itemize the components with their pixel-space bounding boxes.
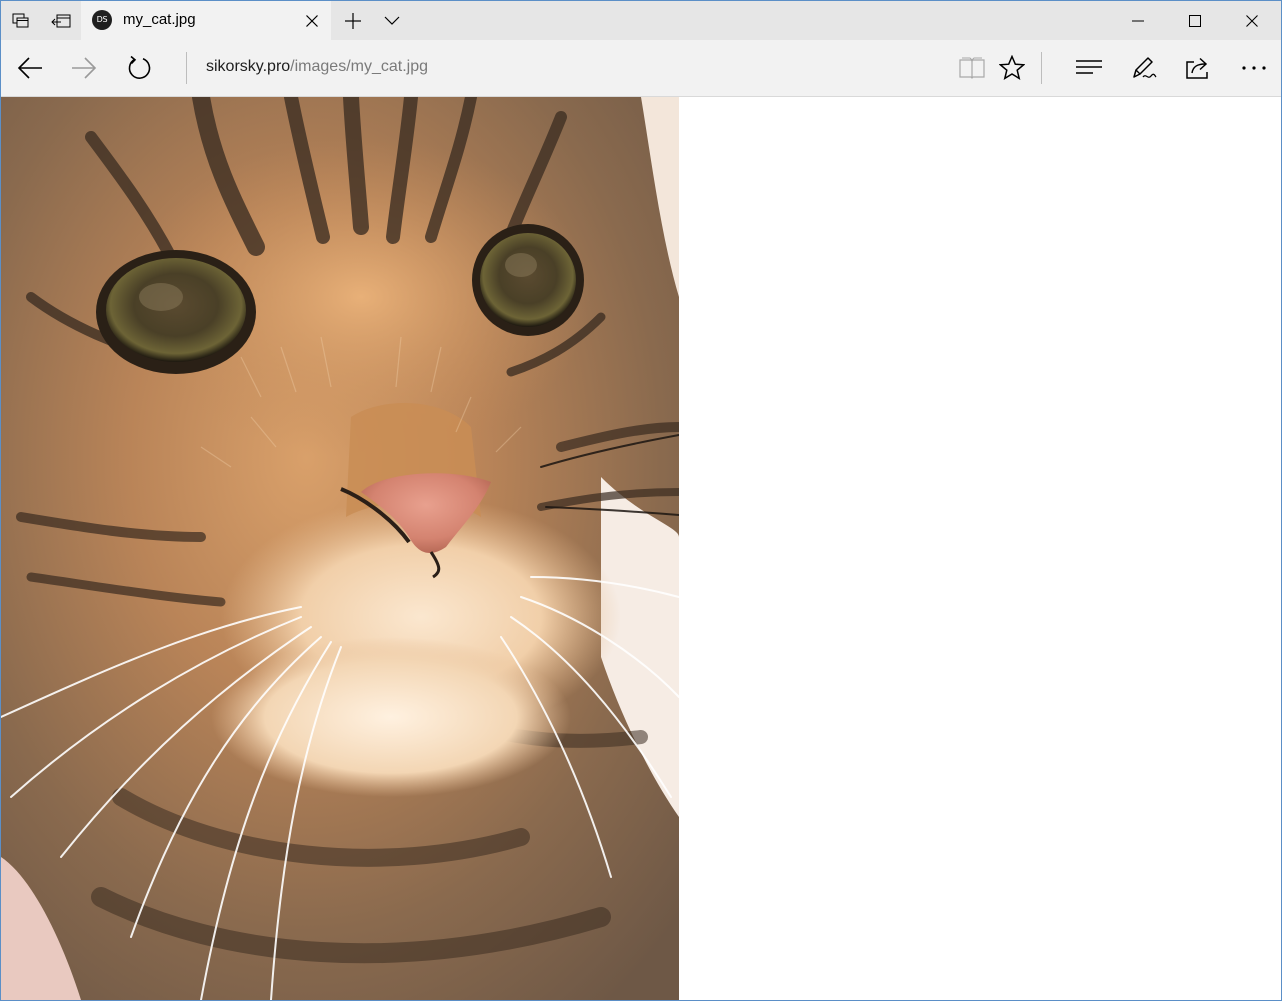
cat-photo bbox=[1, 97, 679, 1000]
star-icon[interactable] bbox=[985, 40, 1039, 96]
tab-close-icon[interactable] bbox=[299, 1, 325, 40]
ellipsis-icon[interactable] bbox=[1227, 40, 1281, 96]
set-aside-tabs-icon[interactable] bbox=[41, 1, 81, 40]
address-divider bbox=[186, 52, 187, 84]
maximize-icon[interactable] bbox=[1166, 1, 1224, 40]
share-icon[interactable] bbox=[1171, 40, 1225, 96]
navigation-bar: sikorsky.pro/images/my_cat.jpg bbox=[1, 40, 1281, 97]
page-content bbox=[1, 97, 1281, 1000]
arrow-right-icon[interactable] bbox=[57, 40, 111, 96]
arrow-left-icon[interactable] bbox=[3, 40, 57, 96]
tab-my-cat[interactable]: DS my_cat.jpg bbox=[81, 1, 331, 40]
cat-eye-right bbox=[472, 224, 584, 336]
cat-eye-left bbox=[96, 250, 256, 374]
plus-icon[interactable] bbox=[333, 1, 373, 40]
close-icon[interactable] bbox=[1223, 1, 1281, 40]
site-favicon: DS bbox=[92, 10, 112, 30]
address-path: /images/my_cat.jpg bbox=[290, 58, 429, 75]
refresh-icon[interactable] bbox=[112, 40, 166, 96]
chevron-down-icon[interactable] bbox=[372, 1, 412, 40]
tab-title: my_cat.jpg bbox=[123, 11, 196, 28]
address-domain: sikorsky.pro bbox=[206, 58, 291, 75]
toolbar-divider bbox=[1041, 52, 1042, 84]
minimize-icon[interactable] bbox=[1109, 1, 1167, 40]
hub-lines-icon[interactable] bbox=[1062, 40, 1116, 96]
tab-list-icon[interactable] bbox=[1, 1, 41, 40]
pen-icon[interactable] bbox=[1117, 40, 1171, 96]
address-bar[interactable]: sikorsky.pro/images/my_cat.jpg bbox=[206, 58, 428, 76]
browser-window: DS my_cat.jpg sikorsky.pro/images/my_cat… bbox=[0, 0, 1282, 1001]
title-bar: DS my_cat.jpg bbox=[1, 1, 1281, 40]
